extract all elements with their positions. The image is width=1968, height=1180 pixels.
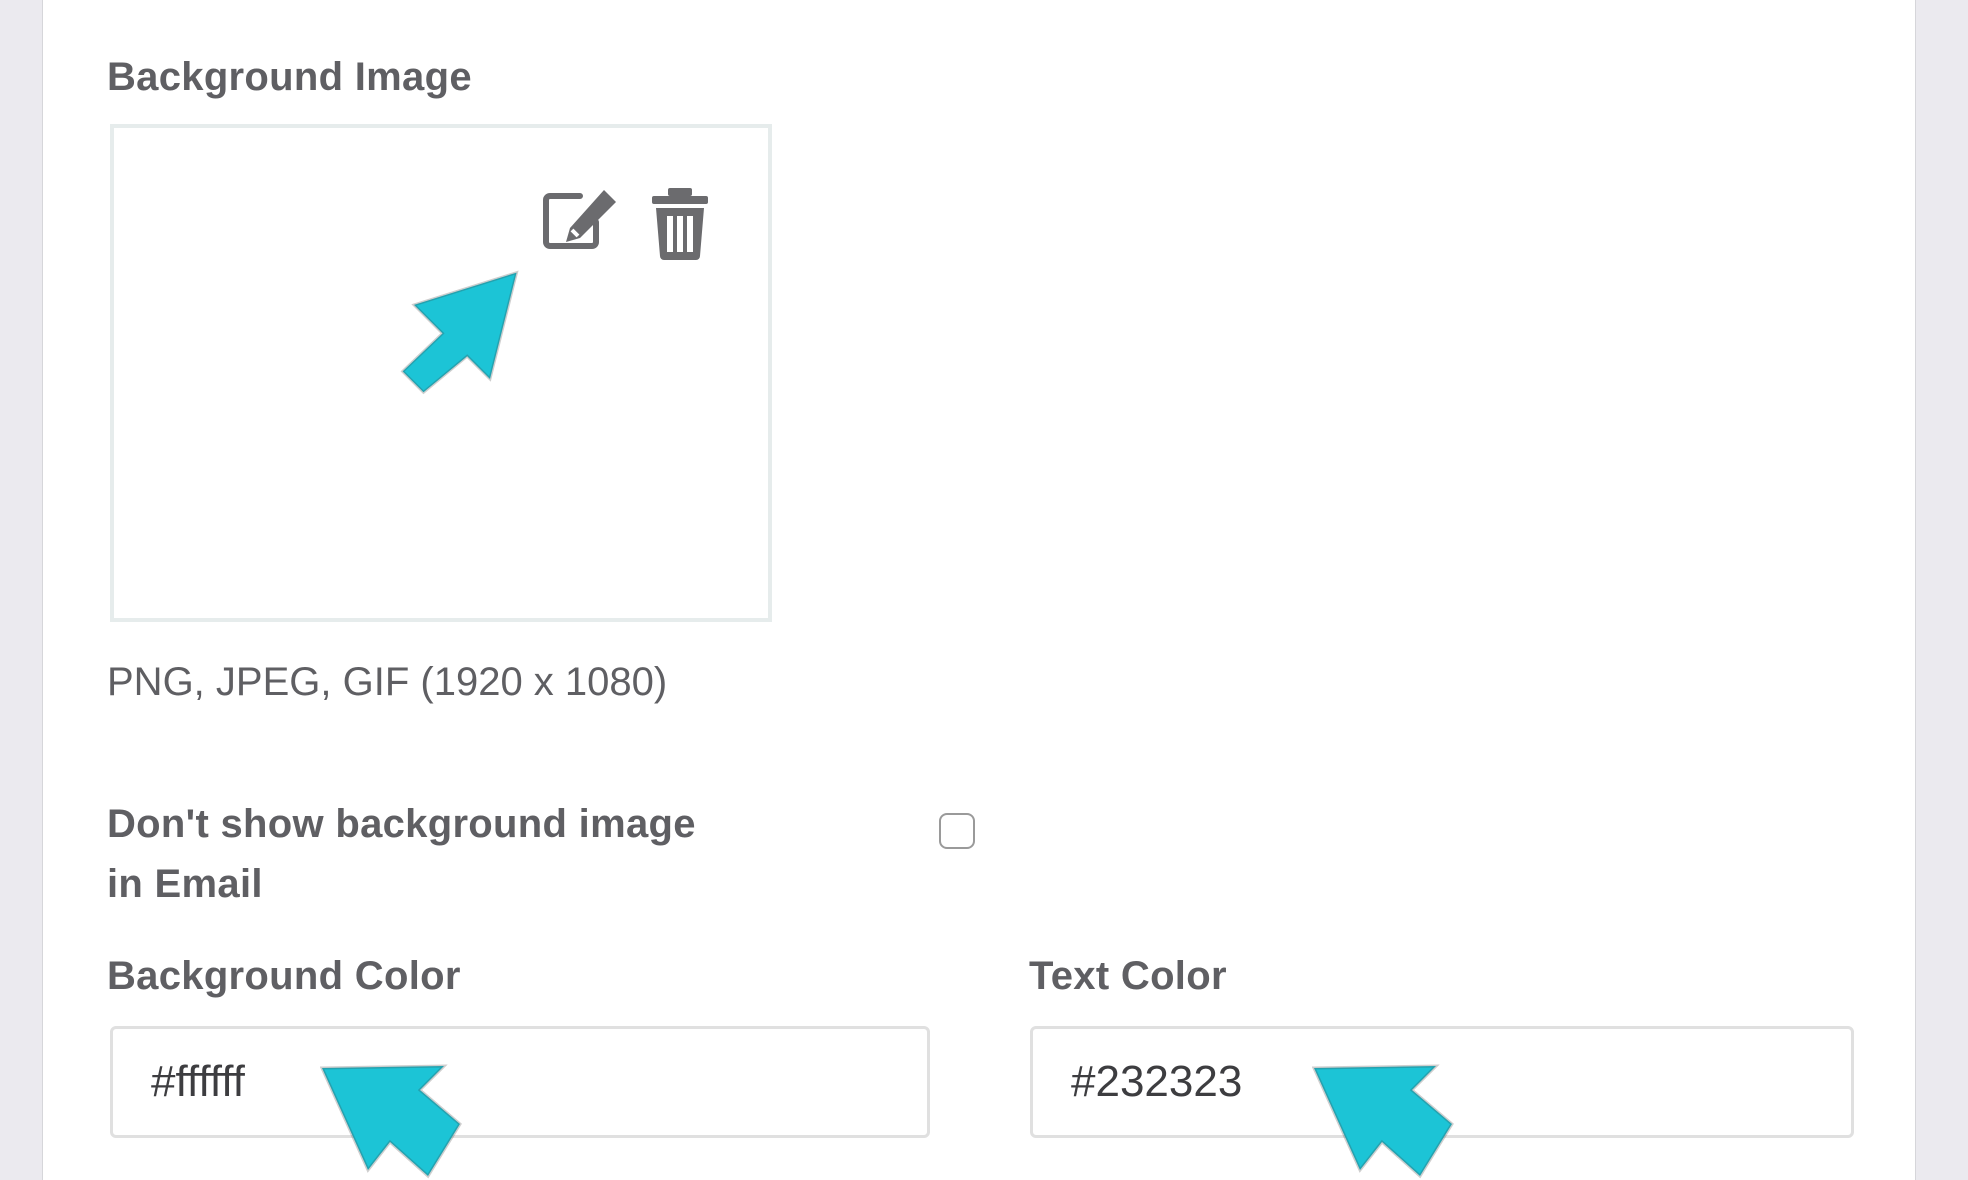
background-image-label: Background Image [107, 55, 472, 99]
email-option-label-line2: in Email [107, 862, 263, 906]
background-color-label: Background Color [107, 954, 461, 998]
hide-image-in-email-checkbox[interactable] [939, 813, 975, 849]
text-color-label: Text Color [1029, 954, 1227, 998]
email-option-label-line1: Don't show background image [107, 802, 696, 846]
image-format-hint: PNG, JPEG, GIF (1920 x 1080) [107, 660, 668, 704]
annotation-arrow-text-color [1312, 1064, 1454, 1179]
annotation-arrow-edit [400, 270, 519, 395]
trash-icon[interactable] [648, 186, 712, 262]
edit-icon[interactable] [542, 186, 622, 256]
annotation-arrow-background-color [320, 1064, 462, 1179]
settings-panel: Background Image PNG, JPEG, GIF (1920 x … [42, 0, 1916, 1180]
background-color-input[interactable]: #ffffff [110, 1026, 930, 1138]
